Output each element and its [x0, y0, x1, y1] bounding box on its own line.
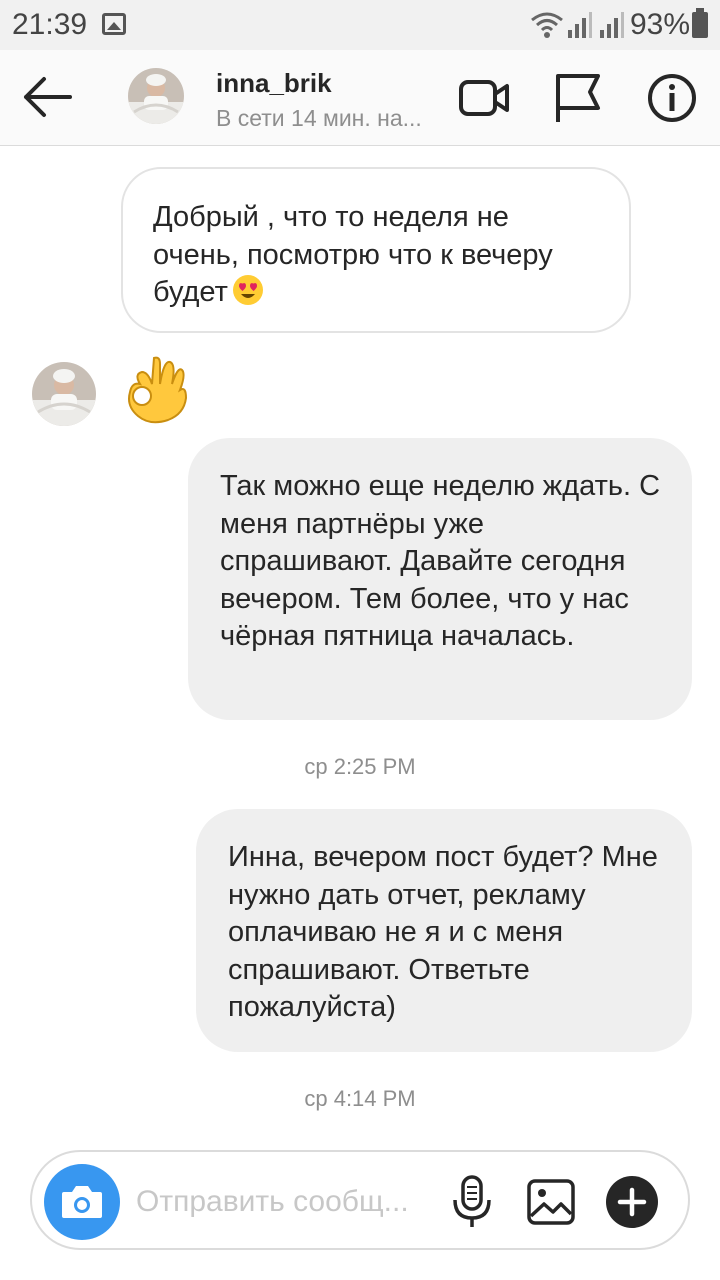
- online-status: В сети 14 мин. на...: [216, 105, 422, 131]
- signal-icon: [568, 12, 592, 38]
- flag-icon[interactable]: [552, 72, 602, 124]
- wifi-icon: [531, 12, 563, 38]
- add-button[interactable]: [606, 1176, 658, 1228]
- ok-hand-emoji: [128, 356, 188, 424]
- signal-icon: [600, 12, 624, 38]
- battery-icon: [692, 8, 708, 38]
- avatar[interactable]: [32, 362, 96, 426]
- microphone-icon[interactable]: [450, 1174, 494, 1230]
- chat-username[interactable]: inna_brik: [216, 68, 332, 99]
- message-timestamp: ср 2:25 PM: [304, 754, 416, 779]
- message-bubble-incoming[interactable]: Добрый , что то неделя не очень, посмотр…: [121, 167, 631, 333]
- message-composer: [30, 1150, 690, 1250]
- status-bar: 21:39 93%: [0, 0, 720, 50]
- message-timestamp: ср 4:14 PM: [304, 1086, 416, 1111]
- message-input[interactable]: [136, 1180, 426, 1224]
- status-time: 21:39: [12, 8, 88, 41]
- camera-button[interactable]: [44, 1164, 120, 1240]
- gallery-icon[interactable]: [526, 1178, 576, 1226]
- info-icon[interactable]: [646, 72, 698, 124]
- heart-eyes-emoji: [232, 275, 263, 305]
- message-bubble-outgoing[interactable]: Инна, вечером пост будет? Мне нужно дать…: [196, 809, 692, 1052]
- back-arrow-icon[interactable]: [20, 72, 74, 122]
- video-call-icon[interactable]: [458, 74, 510, 122]
- message-bubble-outgoing[interactable]: Так можно еще неделю ждать. С меня партн…: [188, 438, 692, 720]
- plus-icon: [617, 1187, 647, 1217]
- camera-icon: [62, 1186, 102, 1218]
- gallery-icon: [102, 13, 126, 35]
- message-text: Инна, вечером пост будет? Мне нужно дать…: [228, 841, 658, 1023]
- message-text: Добрый , что то неделя не очень, посмотр…: [153, 201, 553, 308]
- chat-header: inna_brik В сети 14 мин. на...: [0, 50, 720, 146]
- message-text: Так можно еще неделю ждать. С меня партн…: [220, 470, 661, 652]
- battery-percent: 93%: [630, 8, 691, 41]
- avatar[interactable]: [128, 68, 184, 124]
